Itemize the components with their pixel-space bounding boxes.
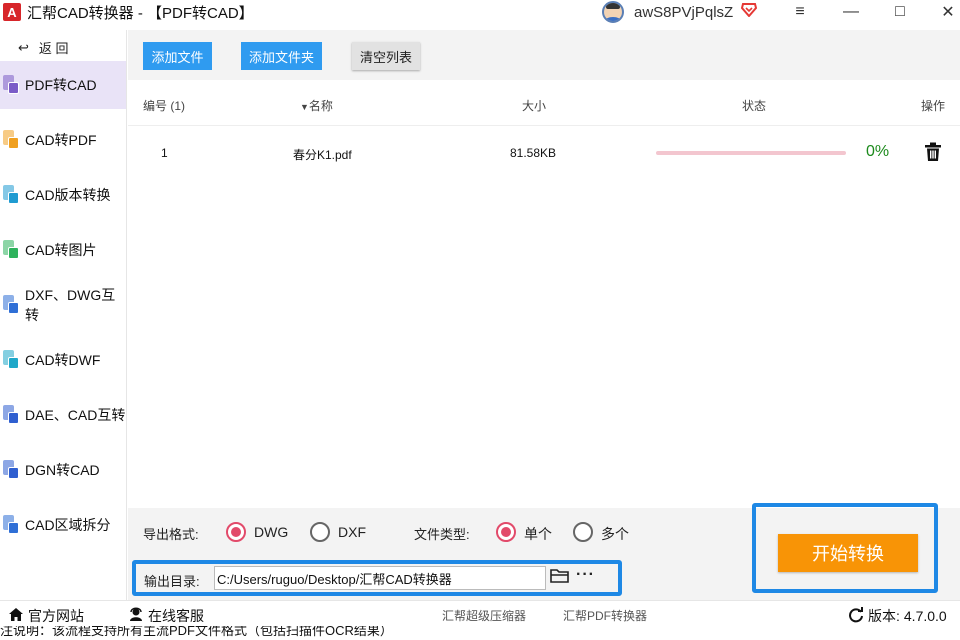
maximize-button[interactable]: □ xyxy=(885,0,915,24)
minimize-button[interactable]: — xyxy=(836,0,866,24)
sidebar-item-7[interactable]: DAE、CAD互转 xyxy=(0,391,126,439)
menu-icon[interactable]: ≡ xyxy=(785,0,815,24)
user-area[interactable]: awS8PVjPqlsZ xyxy=(602,0,758,24)
window-title: 汇帮CAD转换器 - 【PDF转CAD】 xyxy=(27,4,254,22)
converter-icon xyxy=(3,240,20,260)
refresh-icon[interactable] xyxy=(848,606,864,626)
folder-icon[interactable] xyxy=(550,568,570,584)
filetype-label: 文件类型: xyxy=(414,527,470,542)
sidebar-item-label: CAD转PDF xyxy=(25,132,97,148)
radio-dxf-label[interactable]: DXF xyxy=(338,524,366,540)
converter-icon xyxy=(3,460,20,480)
progress-bar xyxy=(656,151,846,155)
radio-single-label[interactable]: 单个 xyxy=(524,524,552,544)
back-arrow-icon: ↩ xyxy=(18,39,29,55)
support-agent-icon xyxy=(128,607,144,625)
avatar[interactable] xyxy=(602,1,624,23)
sidebar-item-4[interactable]: CAD转图片 xyxy=(0,226,126,274)
sidebar-item-label: PDF转CAD xyxy=(25,77,97,93)
sort-down-icon: ▼ xyxy=(300,102,309,112)
trash-icon[interactable] xyxy=(924,142,942,162)
output-label: 输出目录: xyxy=(144,574,200,589)
note-text: 注说明：该流程支持所有主流PDF文件格式（包括扫描件OCR结果） xyxy=(0,626,393,638)
converter-icon xyxy=(3,295,20,315)
sidebar-item-label: DXF、DWG互转 xyxy=(25,287,116,323)
radio-dwg-label[interactable]: DWG xyxy=(254,524,288,540)
column-action: 操作 xyxy=(921,99,946,113)
sidebar: ↩ 返 回 PDF转CAD CAD转PDF CAD版本转换 CAD转图片 DXF、DWG… xyxy=(0,30,127,600)
add-folder-button[interactable]: 添加文件夹 xyxy=(241,42,322,70)
sidebar-item-1[interactable]: PDF转CAD xyxy=(0,61,126,109)
converter-icon xyxy=(3,515,20,535)
sidebar-item-label: DGN转CAD xyxy=(25,462,100,478)
converter-icon xyxy=(3,405,20,425)
sidebar-item-3[interactable]: CAD版本转换 xyxy=(0,171,126,219)
online-support-label[interactable]: 在线客服 xyxy=(148,606,204,626)
file-table-header: 编号 (1) ▼名称 大小 状态 操作 xyxy=(128,82,960,126)
pdf-converter-link[interactable]: 汇帮PDF转换器 xyxy=(563,607,647,624)
column-index[interactable]: 编号 (1) xyxy=(143,97,185,114)
version-info[interactable]: 版本: 4.7.0.0 xyxy=(848,606,947,626)
sidebar-item-8[interactable]: DGN转CAD xyxy=(0,446,126,494)
row-index: 1 xyxy=(161,146,168,160)
converter-icon xyxy=(3,185,20,205)
official-website-label[interactable]: 官方网站 xyxy=(28,606,84,626)
compressor-link[interactable]: 汇帮超级压缩器 xyxy=(442,607,526,624)
table-row[interactable]: 1 春分K1.pdf 81.58KB 0% xyxy=(128,128,960,178)
column-name[interactable]: ▼名称 xyxy=(300,97,333,114)
toolbar: 添加文件 添加文件夹 清空列表 xyxy=(128,30,960,80)
column-size[interactable]: 大小 xyxy=(522,97,546,114)
footer: 官方网站 在线客服 汇帮超级压缩器 汇帮PDF转换器 版本: 4.7.0.0 xyxy=(0,600,960,626)
row-file-size: 81.58KB xyxy=(510,146,557,160)
title-bar: A 汇帮CAD转换器 - 【PDF转CAD】 awS8PVjPqlsZ ≡ — … xyxy=(0,0,960,24)
output-path-input[interactable] xyxy=(214,566,546,590)
more-options-button[interactable]: ··· xyxy=(576,566,595,584)
add-file-button[interactable]: 添加文件 xyxy=(143,42,212,70)
clear-list-button[interactable]: 清空列表 xyxy=(352,42,420,70)
back-label: 返 回 xyxy=(38,41,69,56)
sidebar-item-5[interactable]: DXF、DWG互转 xyxy=(0,281,126,329)
sidebar-item-label: CAD区域拆分 xyxy=(25,517,111,533)
output-directory-box: 输出目录: ··· xyxy=(132,560,622,596)
radio-multi-label[interactable]: 多个 xyxy=(601,524,629,544)
radio-multi[interactable] xyxy=(573,522,593,542)
home-icon xyxy=(8,607,24,625)
converter-icon xyxy=(3,350,20,370)
column-status[interactable]: 状态 xyxy=(742,97,766,114)
sidebar-item-label: CAD版本转换 xyxy=(25,187,111,203)
official-website-link[interactable]: 官方网站 xyxy=(8,606,84,626)
converter-icon xyxy=(3,75,20,95)
radio-single[interactable] xyxy=(496,522,516,542)
sidebar-item-6[interactable]: CAD转DWF xyxy=(0,336,126,384)
converter-icon xyxy=(3,130,20,150)
app-logo-icon: A xyxy=(3,3,21,21)
online-support-link[interactable]: 在线客服 xyxy=(128,606,204,626)
start-convert-button[interactable]: 开始转换 xyxy=(778,534,918,572)
row-file-name: 春分K1.pdf xyxy=(293,148,352,162)
diamond-vip-icon[interactable] xyxy=(741,3,758,21)
format-label: 导出格式: xyxy=(143,527,199,542)
sidebar-item-9[interactable]: CAD区域拆分 xyxy=(0,501,126,549)
sidebar-item-label: DAE、CAD互转 xyxy=(25,407,126,423)
radio-dxf[interactable] xyxy=(310,522,330,542)
back-button[interactable]: ↩ 返 回 xyxy=(18,38,69,57)
sidebar-item-label: CAD转DWF xyxy=(25,352,101,368)
progress-percent: 0% xyxy=(866,143,890,160)
sidebar-item-label: CAD转图片 xyxy=(25,242,97,258)
sidebar-item-2[interactable]: CAD转PDF xyxy=(0,116,126,164)
version-label: 版本: xyxy=(868,608,900,624)
version-number: 4.7.0.0 xyxy=(903,608,947,624)
username[interactable]: awS8PVjPqlsZ xyxy=(634,4,733,21)
radio-dwg[interactable] xyxy=(226,522,246,542)
close-button[interactable]: ✕ xyxy=(933,0,960,24)
